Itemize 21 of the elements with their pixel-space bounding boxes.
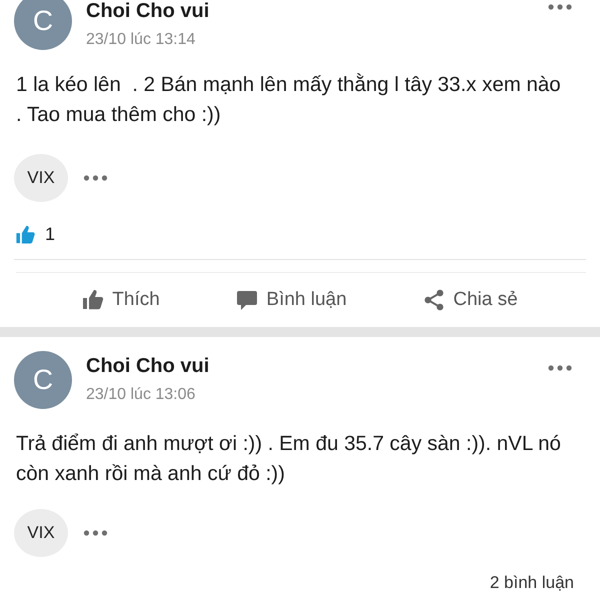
- author-name[interactable]: Choi Cho vui: [86, 355, 534, 378]
- comment-count[interactable]: 2 bình luận: [14, 573, 574, 593]
- post-time: 23/10 lúc 13:06: [86, 386, 196, 404]
- more-icon[interactable]: [82, 175, 109, 181]
- more-icon[interactable]: [82, 530, 109, 536]
- more-options-icon[interactable]: [548, 4, 572, 10]
- comment-button[interactable]: Bình luận: [236, 289, 347, 311]
- post-text: 1 la kéo lên . 2 Bán mạnh lên mấy thằng l tây 33.x xem nào . Tao mua thêm cho :)): [16, 72, 562, 128]
- post-time: 23/10 lúc 13:14: [86, 31, 196, 49]
- like-button[interactable]: Thích: [82, 289, 160, 311]
- author-name[interactable]: Choi Cho vui: [86, 0, 534, 23]
- share-button[interactable]: Chia sẻ: [423, 289, 518, 311]
- like-count[interactable]: 1: [45, 224, 56, 245]
- speech-bubble-icon: [236, 289, 258, 311]
- thumbs-up-icon: [82, 289, 104, 311]
- stock-tag[interactable]: VIX: [14, 509, 68, 557]
- stock-tag[interactable]: VIX: [14, 154, 68, 202]
- more-options-icon[interactable]: [548, 365, 572, 371]
- thumbs-up-icon: [14, 224, 37, 244]
- share-icon: [423, 289, 446, 311]
- post-text: Trả điểm đi anh mượt ơi :)) . Em đu 35.7 cây sàn :)). nVL nó còn xanh rồi mà anh cứ đỏ :)): [16, 431, 562, 487]
